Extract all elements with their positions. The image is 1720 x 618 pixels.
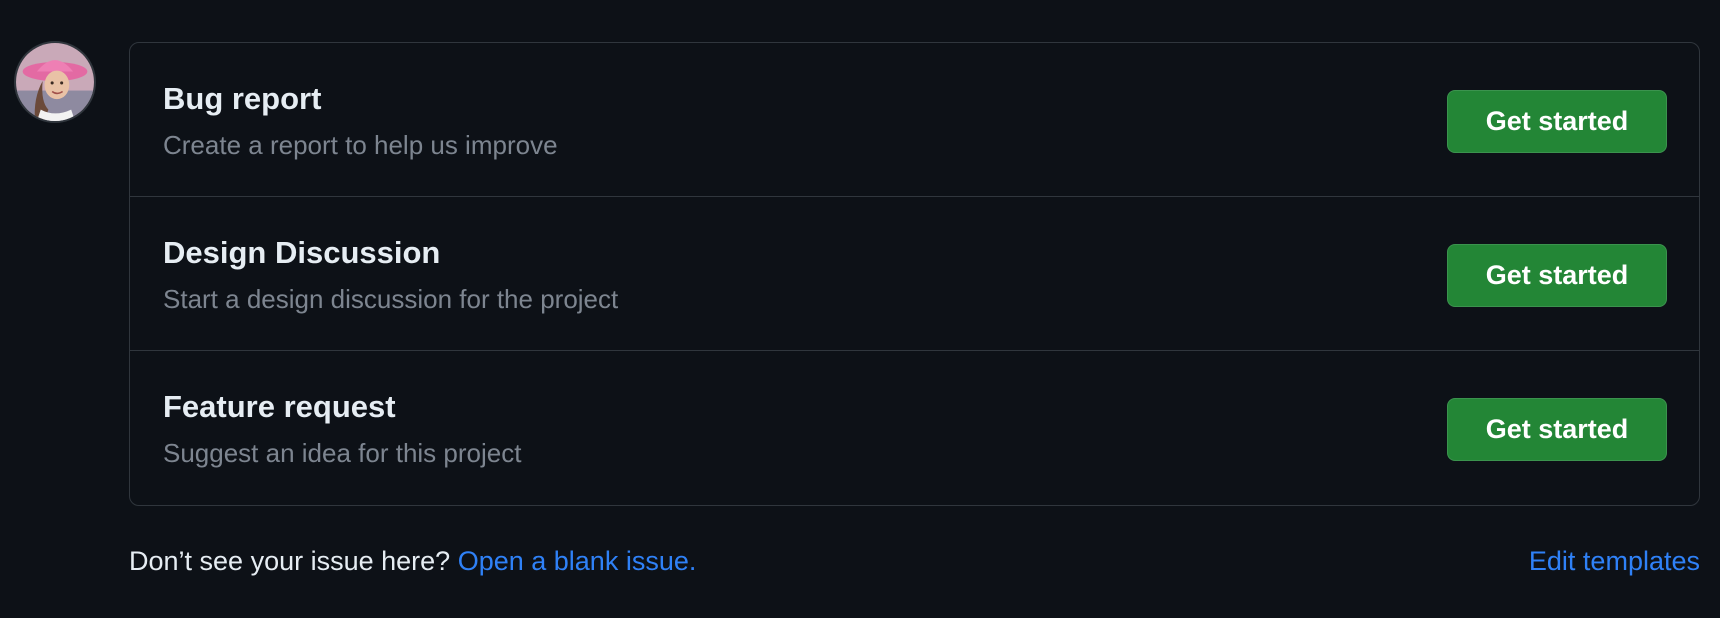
issue-templates-list: Bug report Create a report to help us im… [129,42,1700,506]
footer-prompt: Don’t see your issue here? [129,546,451,576]
template-description: Start a design discussion for the projec… [163,284,619,314]
template-row-bug-report: Bug report Create a report to help us im… [130,43,1699,197]
template-title: Design Discussion [163,235,441,270]
get-started-button-design-discussion[interactable]: Get started [1447,244,1667,307]
template-title: Bug report [163,81,322,116]
templates-footer: Don’t see your issue here? Open a blank … [129,546,1700,586]
template-title: Feature request [163,389,396,424]
template-row-feature-request: Feature request Suggest an idea for this… [130,351,1699,505]
get-started-button-bug-report[interactable]: Get started [1447,90,1667,153]
avatar[interactable] [14,41,96,123]
edit-templates-link[interactable]: Edit templates [1529,546,1700,576]
template-row-design-discussion: Design Discussion Start a design discuss… [130,197,1699,351]
footer-right: Edit templates [1529,546,1700,577]
template-description: Suggest an idea for this project [163,438,522,468]
template-description: Create a report to help us improve [163,130,558,160]
footer-left: Don’t see your issue here? Open a blank … [129,546,696,577]
get-started-button-feature-request[interactable]: Get started [1447,398,1667,461]
open-blank-issue-link[interactable]: Open a blank issue. [458,546,697,576]
